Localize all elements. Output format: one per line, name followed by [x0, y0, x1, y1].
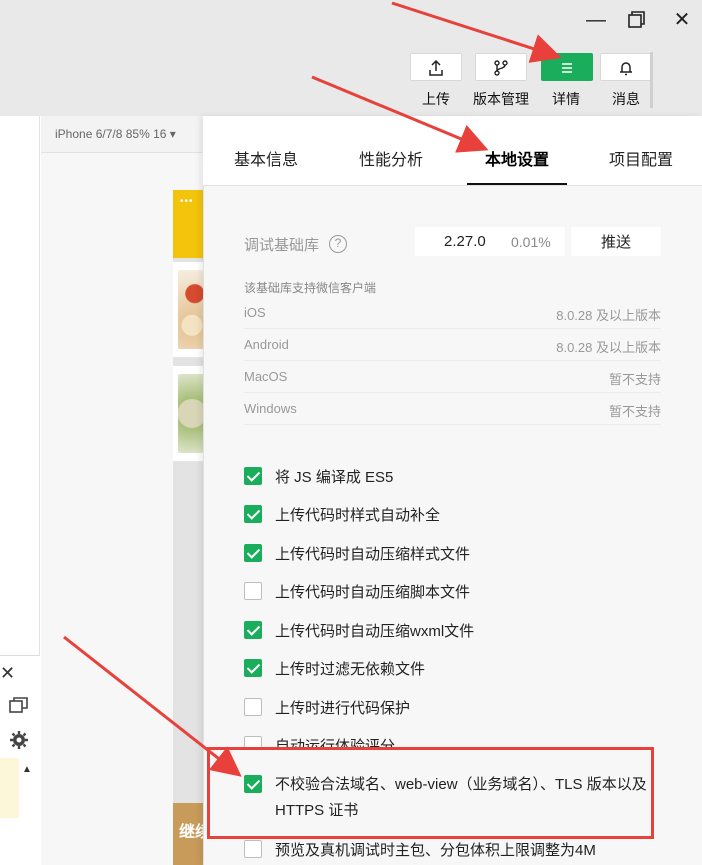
bell-icon: [620, 62, 632, 76]
food-image: [178, 270, 206, 349]
version-value: 2.27.0: [444, 233, 486, 250]
help-icon[interactable]: ?: [329, 235, 347, 253]
restore-icon[interactable]: [622, 6, 650, 34]
support-row: MacOS 暂不支持: [244, 361, 661, 393]
simulator-bar: iPhone 6/7/8 85% 16 ▾: [41, 116, 206, 153]
option-label: 上传时进行代码保护: [275, 700, 411, 717]
caret-up-icon[interactable]: ▲: [22, 764, 32, 775]
push-button[interactable]: 推送: [571, 227, 661, 256]
toolbar-divider: [650, 52, 653, 108]
food-image: [178, 374, 206, 453]
platform-support: 暂不支持: [608, 404, 661, 419]
platform-name: Android: [244, 337, 289, 352]
highlight-box: [207, 747, 654, 839]
device-selector[interactable]: iPhone 6/7/8 85% 16 ▾: [55, 127, 176, 141]
checkbox[interactable]: [244, 582, 262, 600]
list-item[interactable]: [173, 262, 206, 358]
console-notice: [0, 758, 19, 818]
tab-project-config[interactable]: 项目配置: [609, 146, 673, 170]
option-label: 上传代码时自动压缩样式文件: [275, 546, 471, 563]
continue-button[interactable]: 继续: [179, 818, 205, 842]
option-label: 上传代码时自动压缩wxml文件: [275, 623, 475, 640]
branch-icon: [494, 60, 508, 76]
minimize-icon[interactable]: —: [582, 6, 610, 34]
option-label: 上传代码时样式自动补全: [275, 507, 441, 524]
checkbox[interactable]: [244, 505, 262, 523]
platform-support: 8.0.28 及以上版本: [556, 340, 661, 355]
platform-name: iOS: [244, 305, 266, 320]
checkbox[interactable]: [244, 467, 262, 485]
version-management-button[interactable]: [475, 53, 527, 81]
menu-icon: [562, 63, 572, 73]
checkbox[interactable]: [244, 736, 262, 747]
support-row: Windows 暂不支持: [244, 393, 661, 425]
close-icon[interactable]: ✕: [668, 6, 696, 34]
checkbox[interactable]: [244, 840, 262, 858]
dock-icon[interactable]: [9, 696, 29, 719]
messages-label: 消息: [612, 91, 640, 107]
option-label: 自动运行体验评分: [275, 738, 396, 747]
active-tab-indicator: [467, 183, 567, 185]
tab-local-settings[interactable]: 本地设置: [485, 146, 549, 170]
usage-percent: 0.01%: [511, 234, 551, 250]
version-management-label: 版本管理: [473, 91, 529, 107]
option-label: 将 JS 编译成 ES5: [275, 469, 394, 486]
checkbox[interactable]: [244, 698, 262, 716]
tab-performance[interactable]: 性能分析: [359, 146, 423, 170]
option-label: 预览及真机调试时主包、分包体积上限调整为4M: [275, 842, 596, 859]
checkbox[interactable]: [244, 621, 262, 639]
list-item[interactable]: [173, 366, 206, 462]
close-icon[interactable]: ✕: [0, 663, 15, 684]
option-label: 上传时过滤无依赖文件: [275, 661, 426, 678]
platform-name: Windows: [244, 401, 297, 416]
platform-name: MacOS: [244, 369, 288, 384]
option-auto-audit[interactable]: 自动运行体验评分: [244, 733, 664, 747]
upload-label: 上传: [422, 91, 450, 107]
support-row: iOS 8.0.28 及以上版本: [244, 297, 661, 329]
support-row: Android 8.0.28 及以上版本: [244, 329, 661, 361]
details-button[interactable]: [541, 53, 593, 81]
support-title: 该基础库支持微信客户端: [244, 281, 377, 295]
checkbox[interactable]: [244, 544, 262, 562]
option-label: 上传代码时自动压缩脚本文件: [275, 584, 471, 601]
messages-button[interactable]: [600, 53, 652, 81]
debug-lib-label: 调试基础库: [244, 237, 320, 254]
upload-button[interactable]: [410, 53, 462, 81]
details-label: 详情: [552, 91, 580, 107]
tab-basic-info[interactable]: 基本信息: [234, 146, 298, 170]
platform-support: 暂不支持: [608, 372, 661, 387]
platform-support: 8.0.28 及以上版本: [556, 308, 661, 323]
gear-icon[interactable]: [9, 730, 29, 755]
capsule-menu-icon[interactable]: •••: [180, 196, 194, 207]
checkbox[interactable]: [244, 659, 262, 677]
upload-icon: [429, 59, 443, 76]
